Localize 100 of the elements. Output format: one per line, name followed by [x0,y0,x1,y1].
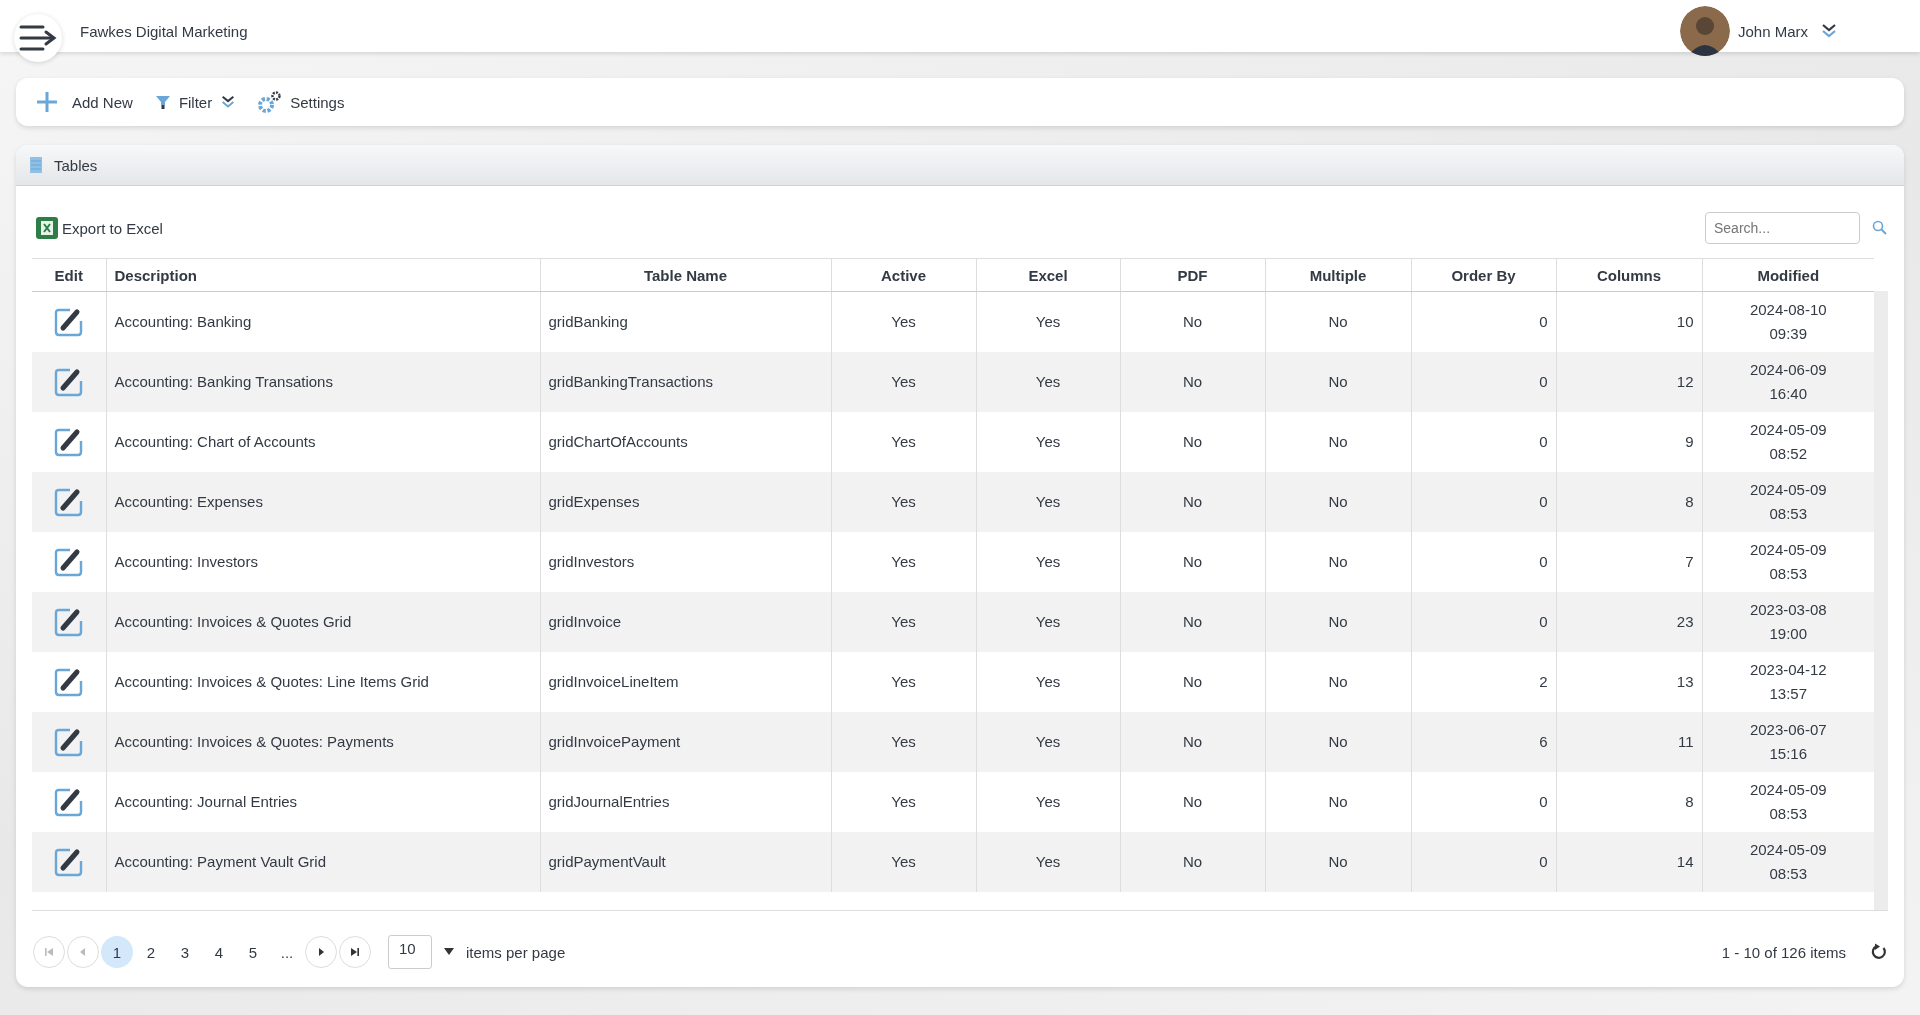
edit-icon[interactable] [53,546,84,577]
search-field[interactable]: Search... [1705,212,1860,244]
column-header[interactable]: PDF [1120,258,1265,292]
table-cell: 0 [1411,831,1556,892]
gears-icon [258,91,283,113]
column-header[interactable]: Multiple [1265,258,1411,292]
column-header[interactable]: Description [106,258,540,292]
table-cell: Accounting: Banking Transations [106,351,540,412]
table-cell: 13 [1556,651,1702,712]
table-cell: gridPaymentVault [540,831,831,892]
table-cell: No [1265,591,1411,652]
table-cell: 6 [1411,711,1556,772]
edit-icon[interactable] [53,666,84,697]
chevron-down-icon [220,94,237,110]
edit-icon[interactable] [53,606,84,637]
table-cell: Yes [831,771,976,832]
table-cell: No [1265,351,1411,412]
column-header[interactable]: Modified [1702,258,1874,292]
table-cell: Accounting: Journal Entries [106,771,540,832]
table-cell: No [1120,771,1265,832]
table-cell: No [1120,831,1265,892]
table-cell: Yes [831,531,976,592]
table-cell: Yes [976,351,1120,412]
table-cell: Yes [831,411,976,472]
table-cell: gridBanking [540,291,831,352]
column-header[interactable]: Active [831,258,976,292]
filter-button[interactable]: Filter [152,89,239,115]
edit-icon[interactable] [53,306,84,337]
table-cell: Yes [831,291,976,352]
table-cell: Accounting: Expenses [106,471,540,532]
user-name[interactable]: John Marx [1737,22,1808,40]
last-page-button[interactable] [339,936,371,968]
edit-icon[interactable] [53,486,84,517]
table-cell: 0 [1411,591,1556,652]
table-cell: No [1120,351,1265,412]
table-icon [30,157,42,173]
ellipsis[interactable]: ... [271,936,303,968]
chevron-down-icon[interactable] [1820,22,1838,40]
app-title: Fawkes Digital Marketing [80,22,248,40]
table-cell: No [1265,831,1411,892]
column-header[interactable]: Excel [976,258,1120,292]
table-cell: No [1265,771,1411,832]
column-header[interactable]: Columns [1556,258,1702,292]
page-button[interactable]: 5 [237,936,269,968]
table-cell: No [1120,711,1265,772]
table-cell: No [1120,291,1265,352]
page-button[interactable]: 3 [169,936,201,968]
edit-icon[interactable] [53,726,84,757]
table-cell: 2023-06-07 15:16 [1702,711,1874,772]
page-button[interactable]: 1 [101,936,133,968]
column-header[interactable]: Edit [32,258,106,292]
search-icon[interactable] [1872,220,1888,236]
table-cell: Accounting: Invoices & Quotes Grid [106,591,540,652]
pager-summary: 1 - 10 of 126 items [1721,943,1846,961]
table-cell: 2 [1411,651,1556,712]
column-header[interactable]: Table Name [540,258,831,292]
table-cell: Yes [831,471,976,532]
table-cell: 0 [1411,411,1556,472]
edit-icon[interactable] [53,786,84,817]
table-cell: 2023-03-08 19:00 [1702,591,1874,652]
table-cell: gridInvestors [540,531,831,592]
table-cell: No [1265,471,1411,532]
table-cell: Accounting: Banking [106,291,540,352]
table-cell: Yes [831,351,976,412]
filter-icon [154,94,171,110]
page-button[interactable]: 2 [135,936,167,968]
table-cell: 2024-05-09 08:53 [1702,831,1874,892]
menu-button[interactable] [14,14,62,62]
table-cell: No [1265,411,1411,472]
page-button[interactable]: 4 [203,936,235,968]
items-per-page-label: items per page [466,943,566,961]
table-cell: 14 [1556,831,1702,892]
table-cell: Yes [976,711,1120,772]
edit-icon[interactable] [53,366,84,397]
table-cell: Accounting: Investors [106,531,540,592]
table-cell: No [1120,591,1265,652]
column-header[interactable]: Order By [1411,258,1556,292]
export-to-excel-button[interactable]: Export to Excel [32,217,167,239]
page-size-field[interactable]: 10 [388,935,432,969]
excel-icon [36,217,58,239]
table-cell: gridInvoicePayment [540,711,831,772]
add-new-button[interactable]: Add New [34,87,135,117]
table-cell: Yes [831,591,976,652]
table-cell: Yes [976,831,1120,892]
table-cell: Yes [976,531,1120,592]
settings-button[interactable]: Settings [256,87,347,117]
table-cell: 2024-05-09 08:53 [1702,471,1874,532]
table-cell: No [1120,531,1265,592]
menu-icon [19,24,57,52]
table-cell: No [1265,711,1411,772]
edit-icon[interactable] [53,426,84,457]
table-cell: 11 [1556,711,1702,772]
table-cell: gridExpenses [540,471,831,532]
table-cell: gridJournalEntries [540,771,831,832]
edit-icon[interactable] [53,846,84,877]
scrollbar[interactable] [1874,291,1888,910]
avatar[interactable] [1679,6,1730,56]
panel-title: Tables [54,156,98,174]
dropdown-caret-icon[interactable] [444,948,454,956]
refresh-icon[interactable] [1870,943,1888,961]
